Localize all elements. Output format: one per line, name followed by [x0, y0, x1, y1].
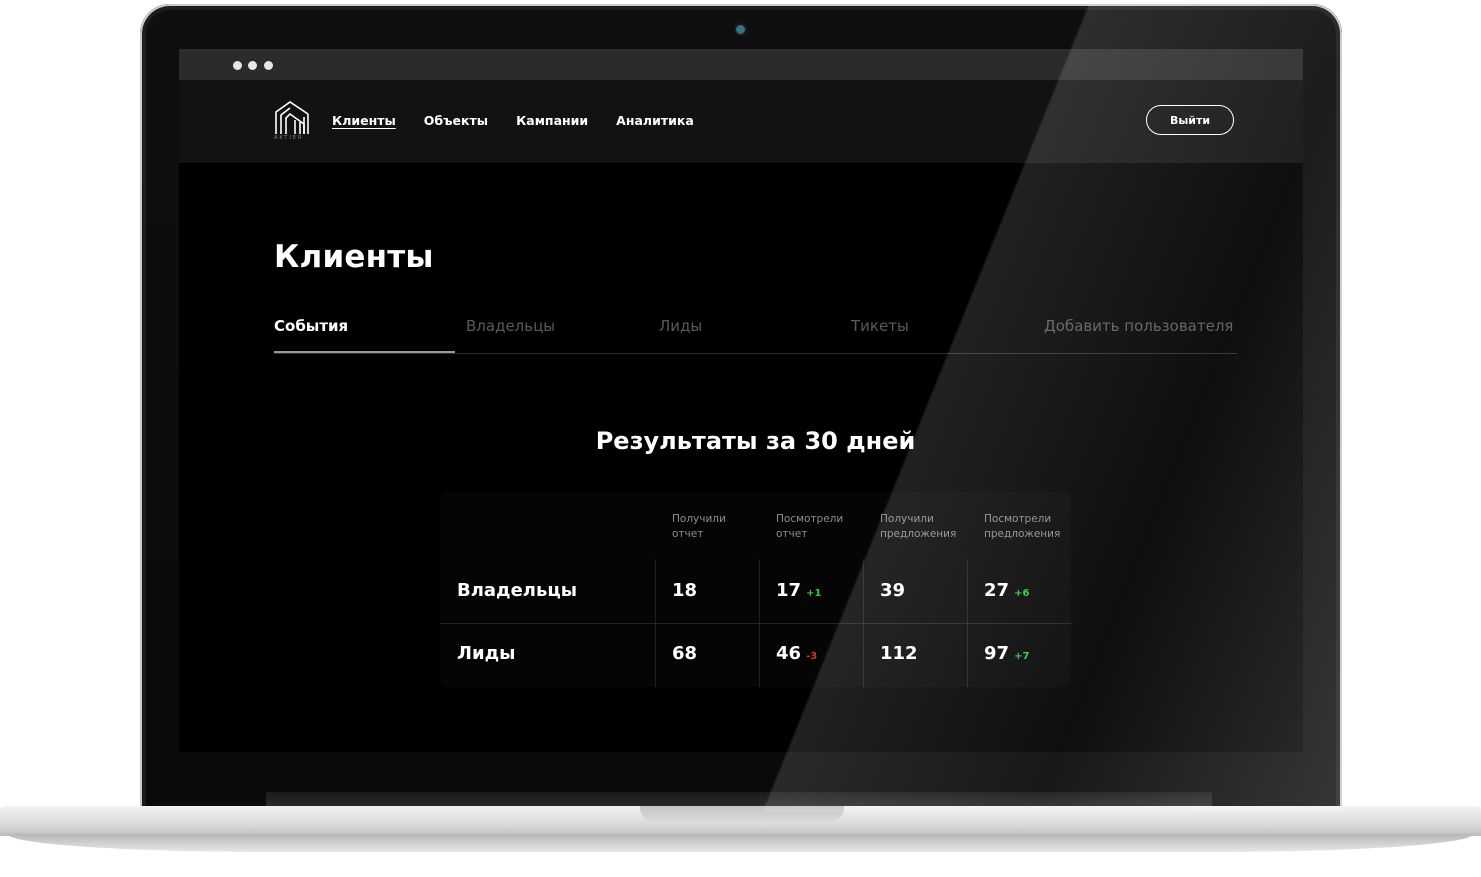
window-dot-icon[interactable]	[233, 61, 242, 70]
active-tab-indicator	[274, 351, 455, 353]
tab-bar: События Владельцы Лиды Тикеты Добавить п…	[274, 311, 1237, 354]
nav-item-clients[interactable]: Клиенты	[332, 113, 396, 128]
table-cell: 18	[672, 580, 698, 601]
column-header: Посмотрели отчет	[776, 513, 844, 540]
tab-events[interactable]: События	[274, 317, 348, 335]
nav-item-objects[interactable]: Объекты	[424, 113, 488, 128]
table-cell: 27 +6	[984, 580, 1030, 601]
table-cell: 97 +7	[984, 643, 1030, 664]
tab-owners[interactable]: Владельцы	[466, 317, 555, 335]
screen: AKTIER Клиенты Объекты Кампании Аналитик…	[179, 49, 1303, 752]
logout-button[interactable]: Выйти	[1146, 105, 1234, 135]
tab-tickets[interactable]: Тикеты	[851, 317, 909, 335]
window-dot-icon[interactable]	[264, 61, 273, 70]
page-title: Клиенты	[274, 239, 434, 275]
column-header: Посмотрели предложения	[984, 513, 1061, 540]
tab-add-user[interactable]: Добавить пользователя	[1044, 317, 1233, 335]
laptop-hinge	[266, 792, 1212, 806]
camera-icon	[736, 25, 745, 34]
app-header: AKTIER Клиенты Объекты Кампании Аналитик…	[179, 80, 1303, 163]
delta-badge: -3	[806, 651, 818, 662]
main-nav: Клиенты Объекты Кампании Аналитика	[332, 113, 694, 128]
nav-item-analytics[interactable]: Аналитика	[616, 113, 694, 128]
table-cell: 39	[880, 580, 906, 601]
delta-badge: +7	[1014, 651, 1030, 662]
row-label-leads: Лиды	[457, 643, 516, 664]
results-table: Получили отчет Посмотрели отчет Получили…	[440, 492, 1071, 687]
nav-item-campaigns[interactable]: Кампании	[516, 113, 588, 128]
table-cell: 112	[880, 643, 918, 664]
delta-badge: +1	[806, 588, 822, 599]
column-header: Получили предложения	[880, 513, 957, 540]
table-cell: 46 -3	[776, 643, 818, 664]
laptop-notch	[640, 806, 844, 822]
column-header: Получили отчет	[672, 513, 726, 540]
table-cell: 17 +1	[776, 580, 822, 601]
row-label-owners: Владельцы	[457, 580, 577, 601]
logo-text: AKTIER	[274, 135, 304, 141]
delta-badge: +6	[1014, 588, 1030, 599]
results-title: Результаты за 30 дней	[595, 427, 916, 455]
browser-bar	[179, 49, 1303, 80]
table-cell: 68	[672, 643, 698, 664]
window-dot-icon[interactable]	[248, 61, 257, 70]
tab-leads[interactable]: Лиды	[659, 317, 702, 335]
